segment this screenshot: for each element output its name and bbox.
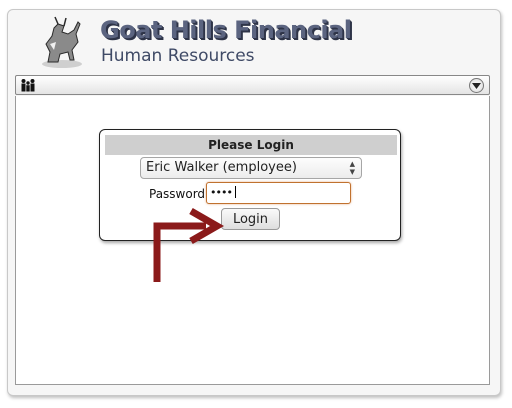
password-label: Password xyxy=(149,187,206,201)
login-header: Please Login xyxy=(105,135,397,155)
user-select-value: Eric Walker (employee) xyxy=(146,160,297,175)
goat-logo xyxy=(42,16,82,68)
app-subtitle: Human Resources xyxy=(101,46,255,66)
user-select[interactable]: Eric Walker (employee) ▲ ▼ xyxy=(140,157,362,179)
text-caret xyxy=(234,186,236,198)
people-icon[interactable] xyxy=(20,78,36,92)
login-button[interactable]: Login xyxy=(221,208,280,230)
password-input[interactable]: •••• xyxy=(206,182,351,204)
password-value: •••• xyxy=(210,186,233,199)
chevron-down-icon[interactable] xyxy=(469,78,484,93)
app-title: Goat Hills Financial xyxy=(100,16,352,44)
select-arrows-icon: ▲ ▼ xyxy=(349,160,355,176)
menu-bar xyxy=(15,75,490,95)
